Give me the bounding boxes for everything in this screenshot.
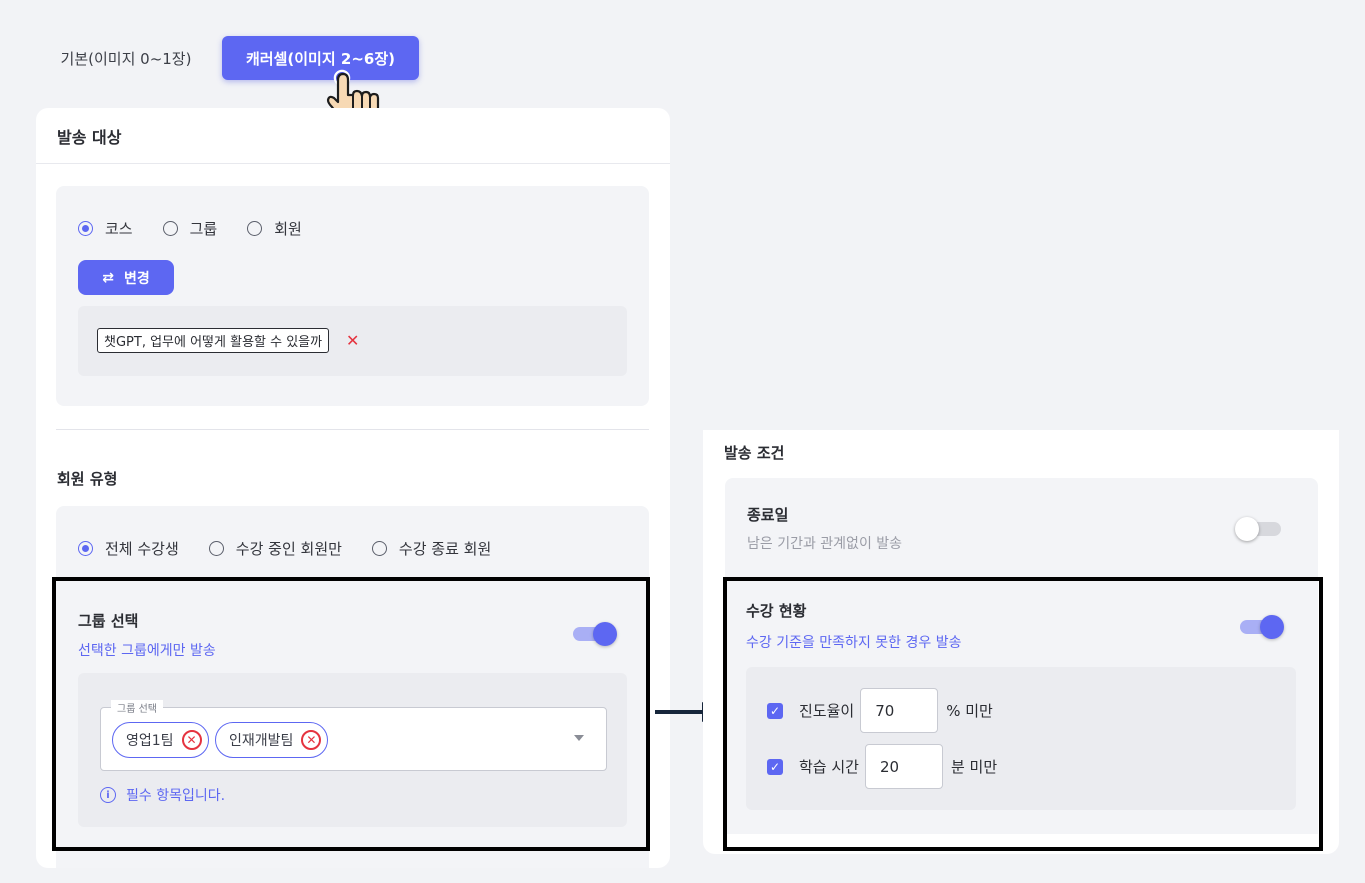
- swap-arrows-icon: ⇄: [102, 269, 114, 286]
- radio-all-students[interactable]: 전체 수강생: [78, 538, 179, 559]
- end-date-title: 종료일: [747, 506, 789, 524]
- change-button[interactable]: ⇄ 변경: [78, 260, 174, 295]
- radio-label: 그룹: [189, 220, 218, 238]
- radio-label: 회원: [274, 220, 302, 238]
- end-date-box: 종료일 남은 기간과 관계없이 발송: [725, 478, 1318, 580]
- radio-course[interactable]: 코스: [78, 218, 133, 239]
- member-type-box: 전체 수강생 수강 중인 회원만 수강 종료 회원: [56, 506, 649, 586]
- radio-icon: [208, 541, 224, 556]
- selected-course-area: 챗GPT, 업무에 어떻게 활용할 수 있을까 ✕: [78, 306, 627, 376]
- tab-carousel[interactable]: 캐러셀(이미지 2~6장): [222, 36, 419, 80]
- change-button-label: 변경: [123, 270, 150, 287]
- tab-basic[interactable]: 기본(이미지 0~1장): [40, 36, 212, 80]
- member-radio-group: 전체 수강생 수강 중인 회원만 수강 종료 회원: [78, 538, 521, 559]
- radio-label: 수강 중인 회원만: [235, 540, 342, 558]
- radio-icon-checked: [78, 541, 93, 556]
- radio-active-members[interactable]: 수강 중인 회원만: [208, 538, 342, 559]
- highlight-box-status: [723, 577, 1323, 851]
- end-date-toggle[interactable]: [1235, 517, 1281, 541]
- radio-icon: [247, 221, 263, 236]
- target-radio-group: 코스 그룹 회원: [78, 218, 332, 239]
- radio-finished-members[interactable]: 수강 종료 회원: [371, 538, 492, 559]
- target-header: 발송 대상: [36, 108, 670, 164]
- divider: [56, 429, 649, 430]
- member-type-title: 회원 유형: [57, 470, 118, 488]
- radio-label: 수강 종료 회원: [398, 540, 492, 558]
- highlight-box-group-select: [52, 577, 650, 851]
- radio-group[interactable]: 그룹: [162, 218, 218, 239]
- target-box: 코스 그룹 회원 ⇄ 변경 챗GPT, 업무에 어떻게 활용할 수 있을까 ✕: [56, 186, 649, 406]
- course-chip: 챗GPT, 업무에 어떻게 활용할 수 있을까: [97, 328, 330, 353]
- radio-member[interactable]: 회원: [247, 218, 302, 239]
- arrow-line: [655, 710, 705, 714]
- radio-label: 전체 수강생: [105, 540, 179, 558]
- radio-label: 코스: [105, 220, 133, 238]
- toggle-knob: [1235, 517, 1259, 541]
- radio-icon-checked: [78, 221, 93, 236]
- radio-icon: [371, 541, 387, 556]
- radio-icon: [162, 221, 178, 236]
- conditions-title: 발송 조건: [724, 444, 785, 462]
- end-date-subtitle: 남은 기간과 관계없이 발송: [747, 536, 903, 552]
- remove-course-icon[interactable]: ✕: [346, 331, 359, 350]
